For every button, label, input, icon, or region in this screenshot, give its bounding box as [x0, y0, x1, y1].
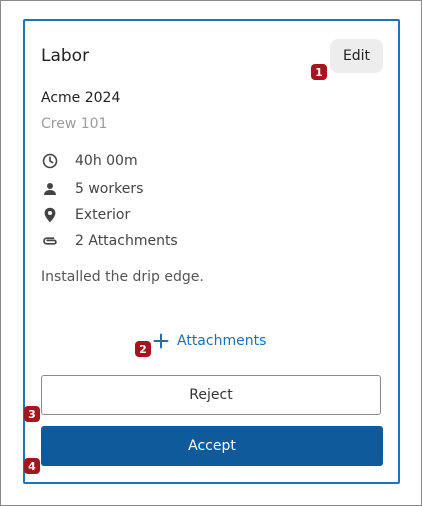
workers-text: 5 workers	[75, 181, 144, 197]
annotation-badge-2: 2	[135, 341, 151, 357]
clock-icon	[41, 152, 59, 170]
location-text: Exterior	[75, 207, 131, 223]
annotation-badge-4: 4	[24, 458, 40, 474]
labor-card: Labor Edit Acme 2024 Crew 101 40h 00m 5 …	[23, 19, 400, 484]
labor-note: Installed the drip edge.	[41, 269, 204, 285]
paperclip-icon	[41, 232, 59, 250]
add-attachments-label: Attachments	[177, 333, 267, 349]
detail-row-workers: 5 workers	[41, 179, 143, 199]
detail-row-duration: 40h 00m	[41, 151, 138, 171]
add-attachments-button[interactable]: Attachments	[153, 329, 266, 353]
attachments-count-text: 2 Attachments	[75, 233, 178, 249]
edit-button[interactable]: Edit	[330, 39, 383, 73]
annotation-badge-3: 3	[24, 406, 40, 422]
crew-name: Crew 101	[41, 116, 108, 132]
detail-row-location: Exterior	[41, 205, 130, 225]
plus-icon	[153, 333, 169, 349]
reject-button[interactable]: Reject	[41, 375, 381, 415]
person-icon	[41, 180, 59, 198]
accept-button[interactable]: Accept	[41, 426, 383, 466]
duration-text: 40h 00m	[75, 153, 138, 169]
detail-row-attachments: 2 Attachments	[41, 231, 178, 251]
annotation-badge-1: 1	[311, 64, 327, 80]
project-name: Acme 2024	[41, 90, 121, 106]
card-title: Labor	[41, 46, 90, 66]
location-pin-icon	[41, 206, 59, 224]
